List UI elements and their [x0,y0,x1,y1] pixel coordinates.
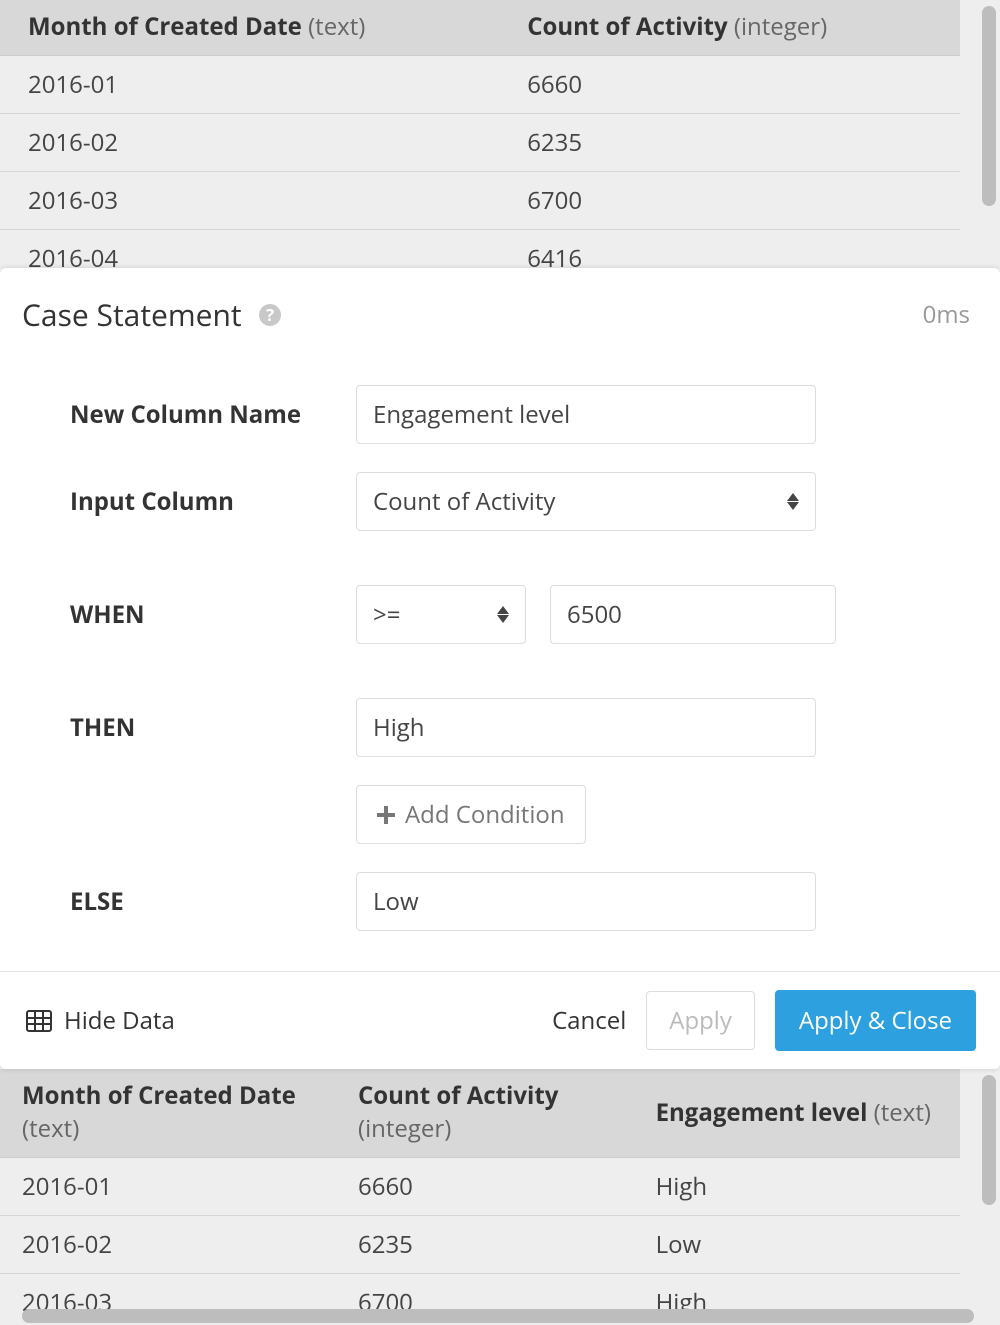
select-value: >= [373,598,400,631]
column-type: (text) [308,10,365,43]
add-condition-label: Add Condition [405,798,565,831]
table-row: 2016-04 6416 [0,230,960,269]
cell-level: Low [634,1216,960,1274]
label-when: WHEN [70,598,356,631]
table-row: 2016-02 6235 Low [0,1216,960,1274]
label-then: THEN [70,711,356,744]
cancel-button[interactable]: Cancel [552,1004,626,1037]
column-header[interactable]: Month of Created Date (text) [0,1069,336,1158]
cell-count: 6700 [499,172,960,230]
sort-icon [787,493,799,510]
column-header[interactable]: Engagement level (text) [634,1069,960,1158]
table-header-row: Month of Created Date (text) Count of Ac… [0,1069,960,1158]
query-timing: 0ms [923,298,970,331]
column-name: Month of Created Date [28,10,302,43]
vertical-scrollbar[interactable] [982,1075,996,1301]
scrollbar-thumb[interactable] [982,1075,996,1205]
column-name: Count of Activity [527,10,727,43]
plus-icon [377,806,395,824]
modal-footer: Hide Data Cancel Apply Apply & Close [0,971,1000,1069]
scrollbar-thumb[interactable] [982,6,996,206]
table-row: 2016-03 6700 [0,172,960,230]
top-data-table: Month of Created Date (text) Count of Ac… [0,0,960,268]
help-icon[interactable]: ? [258,303,282,327]
cell-count: 6660 [336,1158,634,1216]
when-operator-select[interactable]: >= [356,585,526,644]
cell-count: 6235 [336,1216,634,1274]
cell-count: 6660 [499,56,960,114]
label-new-column: New Column Name [70,398,356,431]
apply-button[interactable]: Apply [646,991,755,1050]
input-column-select[interactable]: Count of Activity [356,472,816,531]
column-type: (text) [22,1112,79,1145]
case-statement-modal: Case Statement ? 0ms New Column Name Inp… [0,268,1000,1069]
cell-count: 6235 [499,114,960,172]
column-type: (integer) [734,10,827,43]
column-type: (text) [874,1096,931,1129]
column-type: (integer) [358,1112,451,1145]
select-value: Count of Activity [373,485,555,518]
apply-close-button[interactable]: Apply & Close [775,990,976,1051]
column-header[interactable]: Month of Created Date (text) [0,0,499,56]
table-icon [26,1010,52,1032]
cell-month: 2016-02 [0,1216,336,1274]
then-value-input[interactable] [356,698,816,757]
column-header[interactable]: Count of Activity (integer) [499,0,960,56]
cell-count: 6416 [499,230,960,269]
bottom-data-panel: Month of Created Date (text) Count of Ac… [0,1069,1000,1325]
svg-text:?: ? [266,303,274,326]
cell-month: 2016-02 [0,114,499,172]
table-row: 2016-02 6235 [0,114,960,172]
cell-month: 2016-04 [0,230,499,269]
add-condition-button[interactable]: Add Condition [356,785,586,844]
cell-month: 2016-03 [0,172,499,230]
top-data-panel: Month of Created Date (text) Count of Ac… [0,0,1000,268]
new-column-name-input[interactable] [356,385,816,444]
table-header-row: Month of Created Date (text) Count of Ac… [0,0,960,56]
column-name: Count of Activity [358,1079,558,1112]
column-name: Month of Created Date [22,1079,296,1112]
modal-header: Case Statement ? 0ms [0,268,1000,345]
else-value-input[interactable] [356,872,816,931]
label-input-column: Input Column [70,485,356,518]
table-row: 2016-01 6660 [0,56,960,114]
column-header[interactable]: Count of Activity (integer) [336,1069,634,1158]
table-row: 2016-01 6660 High [0,1158,960,1216]
cell-month: 2016-01 [0,1158,336,1216]
column-name: Engagement level [656,1096,868,1129]
modal-title: Case Statement [22,294,242,335]
bottom-data-table: Month of Created Date (text) Count of Ac… [0,1069,960,1325]
horizontal-scrollbar[interactable] [22,1309,974,1323]
vertical-scrollbar[interactable] [982,6,996,262]
hide-data-label: Hide Data [64,1004,175,1037]
when-value-input[interactable] [550,585,836,644]
cell-level: High [634,1158,960,1216]
hide-data-toggle[interactable]: Hide Data [26,1004,175,1037]
sort-icon [497,606,509,623]
label-else: ELSE [70,885,356,918]
cell-month: 2016-01 [0,56,499,114]
